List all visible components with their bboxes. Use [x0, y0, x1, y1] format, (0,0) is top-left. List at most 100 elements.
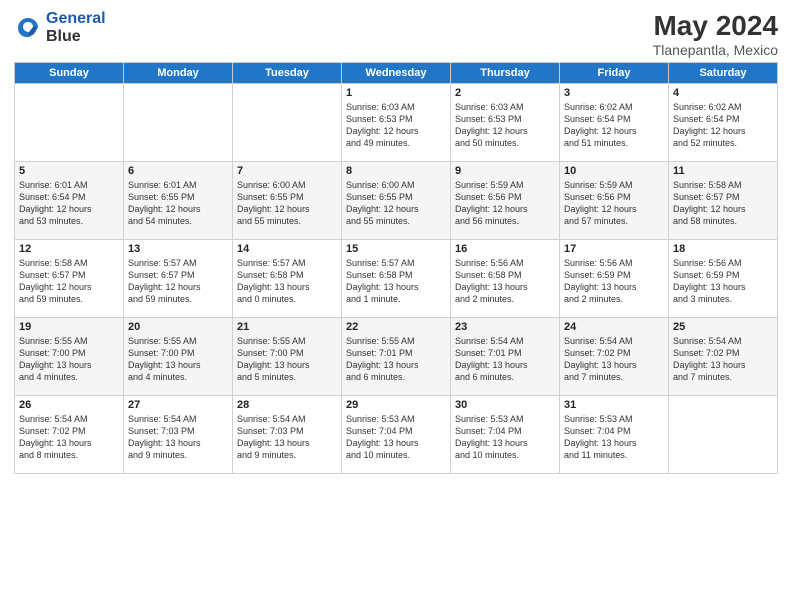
cell-details: Sunrise: 5:53 AM Sunset: 7:04 PM Dayligh…: [346, 413, 446, 462]
day-number: 17: [564, 243, 664, 255]
calendar-cell: 1 Sunrise: 6:03 AM Sunset: 6:53 PM Daylig…: [342, 84, 451, 162]
cell-details: Sunrise: 6:01 AM Sunset: 6:55 PM Dayligh…: [128, 179, 228, 228]
day-number: 8: [346, 165, 446, 177]
cell-details: Sunrise: 5:57 AM Sunset: 6:58 PM Dayligh…: [346, 257, 446, 306]
day-number: 27: [128, 399, 228, 411]
day-header-tuesday: Tuesday: [233, 63, 342, 84]
calendar-cell: 13 Sunrise: 5:57 AM Sunset: 6:57 PM Dayli…: [124, 240, 233, 318]
calendar-cell: 9 Sunrise: 5:59 AM Sunset: 6:56 PM Daylig…: [451, 162, 560, 240]
calendar-cell: 18Sunrise: 5:56 AM Sunset: 6:59 PM Dayli…: [669, 240, 778, 318]
cell-details: Sunrise: 5:57 AM Sunset: 6:58 PM Dayligh…: [237, 257, 337, 306]
logo-icon: [14, 14, 42, 42]
day-number: 4: [673, 87, 773, 99]
day-number: 26: [19, 399, 119, 411]
calendar-cell: [15, 84, 124, 162]
week-row-2: 5 Sunrise: 6:01 AM Sunset: 6:54 PM Daylig…: [15, 162, 778, 240]
title-block: May 2024 Tlanepantla, Mexico: [653, 10, 778, 58]
calendar-cell: 5 Sunrise: 6:01 AM Sunset: 6:54 PM Daylig…: [15, 162, 124, 240]
cell-details: Sunrise: 5:57 AM Sunset: 6:57 PM Dayligh…: [128, 257, 228, 306]
calendar-cell: [124, 84, 233, 162]
cell-details: Sunrise: 6:01 AM Sunset: 6:54 PM Dayligh…: [19, 179, 119, 228]
day-number: 29: [346, 399, 446, 411]
cell-details: Sunrise: 6:00 AM Sunset: 6:55 PM Dayligh…: [237, 179, 337, 228]
calendar-cell: 12Sunrise: 5:58 AM Sunset: 6:57 PM Dayli…: [15, 240, 124, 318]
calendar-cell: 17 Sunrise: 5:56 AM Sunset: 6:59 PM Dayli…: [560, 240, 669, 318]
cell-details: Sunrise: 5:59 AM Sunset: 6:56 PM Dayligh…: [455, 179, 555, 228]
cell-details: Sunrise: 5:54 AM Sunset: 7:03 PM Dayligh…: [237, 413, 337, 462]
cell-details: Sunrise: 5:53 AM Sunset: 7:04 PM Dayligh…: [564, 413, 664, 462]
cell-details: Sunrise: 5:58 AM Sunset: 6:57 PM Dayligh…: [19, 257, 119, 306]
cell-details: Sunrise: 5:54 AM Sunset: 7:01 PM Dayligh…: [455, 335, 555, 384]
calendar-table: SundayMondayTuesdayWednesdayThursdayFrid…: [14, 62, 778, 474]
day-number: 14: [237, 243, 337, 255]
week-row-3: 12Sunrise: 5:58 AM Sunset: 6:57 PM Dayli…: [15, 240, 778, 318]
calendar-cell: 7 Sunrise: 6:00 AM Sunset: 6:55 PM Daylig…: [233, 162, 342, 240]
day-number: 28: [237, 399, 337, 411]
cell-details: Sunrise: 5:56 AM Sunset: 6:59 PM Dayligh…: [673, 257, 773, 306]
calendar-cell: 30 Sunrise: 5:53 AM Sunset: 7:04 PM Dayli…: [451, 396, 560, 474]
calendar-cell: 8 Sunrise: 6:00 AM Sunset: 6:55 PM Daylig…: [342, 162, 451, 240]
day-number: 15: [346, 243, 446, 255]
calendar-cell: 14 Sunrise: 5:57 AM Sunset: 6:58 PM Dayli…: [233, 240, 342, 318]
day-number: 9: [455, 165, 555, 177]
calendar-cell: 10Sunrise: 5:59 AM Sunset: 6:56 PM Dayli…: [560, 162, 669, 240]
cell-details: Sunrise: 5:53 AM Sunset: 7:04 PM Dayligh…: [455, 413, 555, 462]
calendar-container: General Blue May 2024 Tlanepantla, Mexic…: [0, 0, 792, 484]
day-header-wednesday: Wednesday: [342, 63, 451, 84]
calendar-cell: 21 Sunrise: 5:55 AM Sunset: 7:00 PM Dayli…: [233, 318, 342, 396]
day-number: 24: [564, 321, 664, 333]
day-number: 20: [128, 321, 228, 333]
day-number: 5: [19, 165, 119, 177]
calendar-cell: 19 Sunrise: 5:55 AM Sunset: 7:00 PM Dayli…: [15, 318, 124, 396]
cell-details: Sunrise: 5:55 AM Sunset: 7:00 PM Dayligh…: [19, 335, 119, 384]
days-header-row: SundayMondayTuesdayWednesdayThursdayFrid…: [15, 63, 778, 84]
logo-text: General Blue: [46, 10, 106, 45]
day-header-friday: Friday: [560, 63, 669, 84]
calendar-cell: 2 Sunrise: 6:03 AM Sunset: 6:53 PM Daylig…: [451, 84, 560, 162]
cell-details: Sunrise: 5:58 AM Sunset: 6:57 PM Dayligh…: [673, 179, 773, 228]
calendar-cell: 26Sunrise: 5:54 AM Sunset: 7:02 PM Dayli…: [15, 396, 124, 474]
cell-details: Sunrise: 5:54 AM Sunset: 7:03 PM Dayligh…: [128, 413, 228, 462]
day-number: 3: [564, 87, 664, 99]
day-number: 19: [19, 321, 119, 333]
cell-details: Sunrise: 5:59 AM Sunset: 6:56 PM Dayligh…: [564, 179, 664, 228]
day-number: 30: [455, 399, 555, 411]
calendar-cell: 15 Sunrise: 5:57 AM Sunset: 6:58 PM Dayli…: [342, 240, 451, 318]
cell-details: Sunrise: 5:56 AM Sunset: 6:59 PM Dayligh…: [564, 257, 664, 306]
calendar-cell: 29 Sunrise: 5:53 AM Sunset: 7:04 PM Dayli…: [342, 396, 451, 474]
day-number: 2: [455, 87, 555, 99]
cell-details: Sunrise: 6:02 AM Sunset: 6:54 PM Dayligh…: [673, 101, 773, 150]
calendar-cell: 23Sunrise: 5:54 AM Sunset: 7:01 PM Dayli…: [451, 318, 560, 396]
calendar-cell: 28 Sunrise: 5:54 AM Sunset: 7:03 PM Dayli…: [233, 396, 342, 474]
cell-details: Sunrise: 6:03 AM Sunset: 6:53 PM Dayligh…: [346, 101, 446, 150]
calendar-cell: 11 Sunrise: 5:58 AM Sunset: 6:57 PM Dayli…: [669, 162, 778, 240]
cell-details: Sunrise: 5:54 AM Sunset: 7:02 PM Dayligh…: [564, 335, 664, 384]
week-row-5: 26Sunrise: 5:54 AM Sunset: 7:02 PM Dayli…: [15, 396, 778, 474]
calendar-cell: 3Sunrise: 6:02 AM Sunset: 6:54 PM Daylig…: [560, 84, 669, 162]
day-number: 31: [564, 399, 664, 411]
day-header-sunday: Sunday: [15, 63, 124, 84]
calendar-cell: 16Sunrise: 5:56 AM Sunset: 6:58 PM Dayli…: [451, 240, 560, 318]
day-header-thursday: Thursday: [451, 63, 560, 84]
day-number: 13: [128, 243, 228, 255]
calendar-cell: 6Sunrise: 6:01 AM Sunset: 6:55 PM Daylig…: [124, 162, 233, 240]
cell-details: Sunrise: 5:55 AM Sunset: 7:01 PM Dayligh…: [346, 335, 446, 384]
calendar-cell: 24 Sunrise: 5:54 AM Sunset: 7:02 PM Dayli…: [560, 318, 669, 396]
logo: General Blue: [14, 10, 106, 45]
calendar-cell: 27 Sunrise: 5:54 AM Sunset: 7:03 PM Dayli…: [124, 396, 233, 474]
cell-details: Sunrise: 5:55 AM Sunset: 7:00 PM Dayligh…: [237, 335, 337, 384]
cell-details: Sunrise: 5:56 AM Sunset: 6:58 PM Dayligh…: [455, 257, 555, 306]
cell-details: Sunrise: 5:55 AM Sunset: 7:00 PM Dayligh…: [128, 335, 228, 384]
calendar-cell: 31 Sunrise: 5:53 AM Sunset: 7:04 PM Dayli…: [560, 396, 669, 474]
cell-details: Sunrise: 6:03 AM Sunset: 6:53 PM Dayligh…: [455, 101, 555, 150]
day-header-monday: Monday: [124, 63, 233, 84]
calendar-cell: [233, 84, 342, 162]
day-number: 1: [346, 87, 446, 99]
day-number: 21: [237, 321, 337, 333]
calendar-cell: 22Sunrise: 5:55 AM Sunset: 7:01 PM Dayli…: [342, 318, 451, 396]
cell-details: Sunrise: 6:00 AM Sunset: 6:55 PM Dayligh…: [346, 179, 446, 228]
subtitle: Tlanepantla, Mexico: [653, 42, 778, 58]
cell-details: Sunrise: 5:54 AM Sunset: 7:02 PM Dayligh…: [673, 335, 773, 384]
day-number: 11: [673, 165, 773, 177]
day-number: 7: [237, 165, 337, 177]
